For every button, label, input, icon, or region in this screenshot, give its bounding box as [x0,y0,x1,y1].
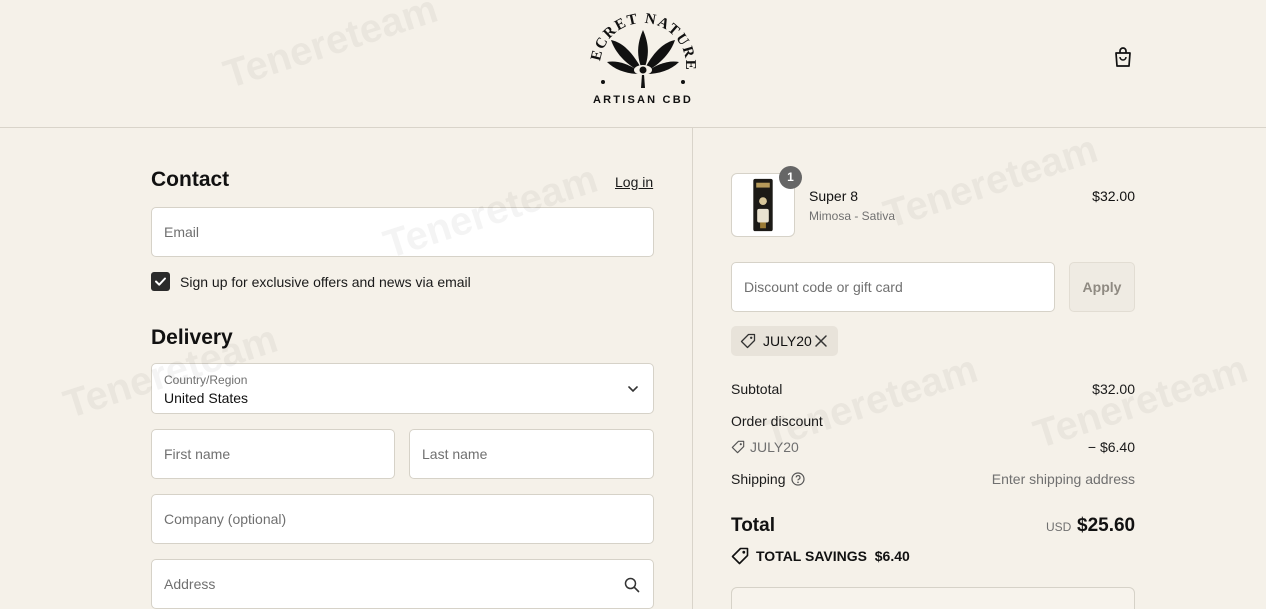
chevron-down-icon [628,386,638,393]
country-label: Country/Region [164,373,248,387]
total-value: $25.60 [1077,515,1136,536]
first-name-input[interactable] [152,430,394,478]
applied-discount-chip: JULY20 [731,326,838,356]
delivery-heading: Delivery [151,326,233,349]
login-link[interactable]: Log in [615,174,653,190]
product-name: Super 8 [809,188,859,204]
company-input[interactable] [152,495,653,543]
shopping-bag-icon[interactable] [1111,45,1135,69]
shipping-value: Enter shipping address [991,471,1135,487]
savings-tag-icon [731,547,749,565]
address-input[interactable] [152,560,653,608]
discount-tag-icon [731,440,745,454]
email-field[interactable] [151,207,654,257]
tag-icon [740,333,756,349]
newsletter-checkbox[interactable] [151,272,170,291]
discount-input[interactable] [732,263,1054,311]
column-divider [692,128,693,609]
discount-code-label: JULY20 [750,439,799,455]
discount-value: − $6.40 [1087,439,1135,455]
help-icon[interactable] [791,472,805,486]
last-name-field[interactable] [409,429,654,479]
discount-field[interactable] [731,262,1055,312]
country-value: United States [164,390,249,406]
applied-code: JULY20 [763,333,812,349]
address-field[interactable] [151,559,654,609]
savings-label: TOTAL SAVINGS [756,548,867,564]
remove-discount-icon[interactable] [814,334,828,348]
search-icon [624,577,640,593]
checkmark-icon [155,277,166,286]
subtotal-label: Subtotal [731,381,783,397]
total-currency: USD [1046,520,1072,534]
country-select[interactable]: Country/Region United States [151,363,654,414]
shipping-label: Shipping [731,471,786,487]
savings-value: $6.40 [874,548,910,564]
company-field[interactable] [151,494,654,544]
last-name-input[interactable] [410,430,653,478]
contact-heading: Contact [151,168,230,191]
brand-tagline: ARTISAN CBD [593,94,693,106]
payment-card-partial [731,587,1135,609]
total-savings: TOTAL SAVINGS $6.40 [756,548,910,564]
first-name-field[interactable] [151,429,395,479]
product-variant: Mimosa - Sativa [809,209,896,223]
order-discount-label: Order discount [731,413,823,429]
subtotal-value: $32.00 [1092,381,1135,397]
quantity-badge: 1 [779,166,802,189]
product-price: $32.00 [1092,188,1135,204]
total-label: Total [731,515,775,536]
email-input[interactable] [152,208,653,256]
header: SECRET NATURE ARTISAN CBD [0,0,1266,128]
apply-button[interactable]: Apply [1069,262,1135,312]
newsletter-label: Sign up for exclusive offers and news vi… [180,274,471,290]
